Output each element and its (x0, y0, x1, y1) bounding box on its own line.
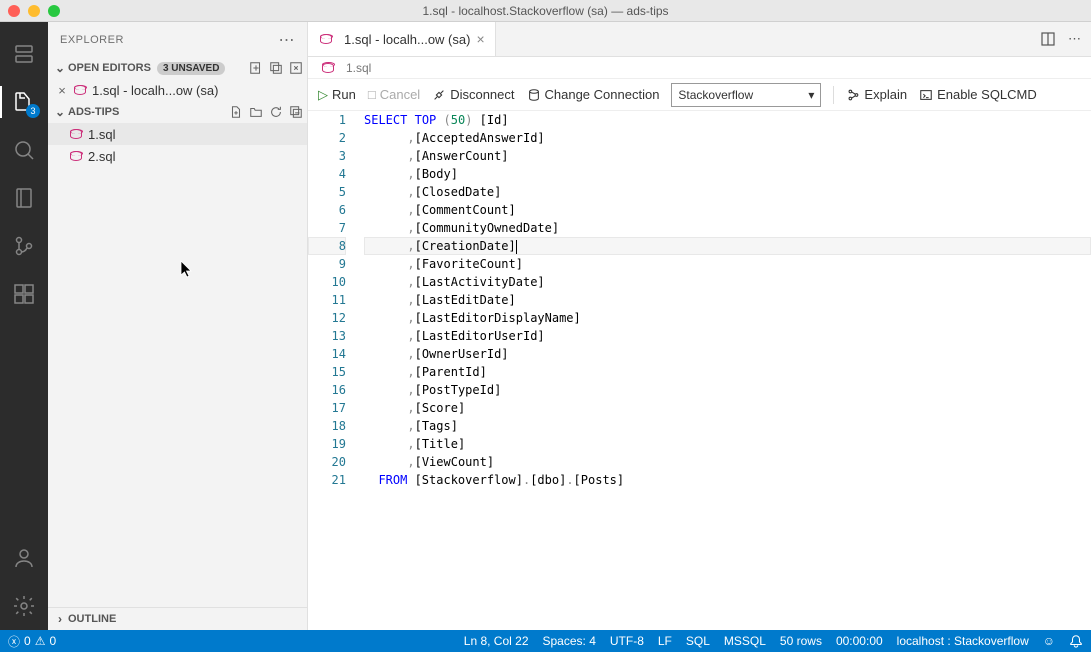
play-icon: ▷ (318, 87, 328, 103)
database-icon (68, 126, 84, 142)
disconnect-icon (432, 88, 446, 102)
split-editor-icon[interactable] (1040, 31, 1056, 47)
stop-icon: □ (368, 87, 376, 102)
activitybar: 3 (0, 22, 48, 630)
window-title: 1.sql - localhost.Stackoverflow (sa) — a… (0, 4, 1091, 18)
status-server[interactable]: localhost : Stackoverflow (897, 634, 1029, 648)
database-icon (68, 148, 84, 164)
status-provider[interactable]: MSSQL (724, 634, 766, 648)
activity-explorer-icon[interactable]: 3 (0, 78, 48, 126)
refresh-icon[interactable] (269, 105, 283, 119)
open-editor-label: 1.sql - localh...ow (sa) (92, 83, 218, 98)
status-eol[interactable]: LF (658, 634, 672, 648)
outline-header[interactable]: › OUTLINE (48, 608, 307, 630)
window-controls (8, 5, 60, 17)
file-label: 2.sql (88, 149, 115, 164)
status-bell-icon[interactable] (1069, 634, 1083, 648)
run-label: Run (332, 87, 356, 102)
file-item[interactable]: 2.sql (48, 145, 307, 167)
chevron-down-icon: ⌄ (52, 105, 68, 119)
sqlcmd-button[interactable]: Enable SQLCMD (919, 87, 1037, 102)
sidebar: EXPLORER ⋯ ⌄ OPEN EDITORS 3 UNSAVED × 1.… (48, 22, 308, 630)
new-file-icon[interactable] (229, 105, 243, 119)
status-spaces[interactable]: Spaces: 4 (543, 634, 596, 648)
explorer-badge: 3 (26, 104, 40, 118)
disconnect-label: Disconnect (450, 87, 514, 102)
close-icon[interactable]: × (476, 31, 484, 47)
window-close-button[interactable] (8, 5, 20, 17)
connection-value: Stackoverflow (678, 88, 753, 102)
titlebar: 1.sql - localhost.Stackoverflow (sa) — a… (0, 0, 1091, 22)
tab-label: 1.sql - localh...ow (sa) (344, 32, 470, 47)
connection-icon (527, 88, 541, 102)
code-editor[interactable]: 123456789101112131415161718192021 SELECT… (308, 111, 1091, 630)
close-all-icon[interactable] (289, 61, 303, 75)
unsaved-badge: 3 UNSAVED (157, 62, 226, 75)
database-icon (320, 60, 336, 76)
file-item[interactable]: 1.sql (48, 123, 307, 145)
warning-icon: ⚠ (35, 634, 46, 648)
window-minimize-button[interactable] (28, 5, 40, 17)
activity-account-icon[interactable] (0, 534, 48, 582)
connection-select[interactable]: Stackoverflow ▾ (671, 83, 821, 107)
tab[interactable]: 1.sql - localh...ow (sa) × (308, 22, 496, 56)
tabbar: 1.sql - localh...ow (sa) × ⋯ (308, 22, 1091, 57)
outline-label: OUTLINE (68, 613, 116, 625)
close-icon[interactable]: × (52, 83, 72, 98)
status-lang[interactable]: SQL (686, 634, 710, 648)
explain-label: Explain (864, 87, 907, 102)
chevron-down-icon: ⌄ (52, 61, 68, 75)
new-folder-icon[interactable] (249, 105, 263, 119)
breadcrumb-item[interactable]: 1.sql (346, 61, 371, 75)
sqlcmd-label: Enable SQLCMD (937, 87, 1037, 102)
database-icon (72, 82, 88, 98)
activity-search-icon[interactable] (0, 126, 48, 174)
folder-label: ADS-TIPS (68, 106, 119, 118)
status-time[interactable]: 00:00:00 (836, 634, 883, 648)
explain-button[interactable]: Explain (846, 87, 907, 102)
cancel-label: Cancel (380, 87, 420, 102)
file-label: 1.sql (88, 127, 115, 142)
save-all-icon[interactable] (269, 61, 283, 75)
status-encoding[interactable]: UTF-8 (610, 634, 644, 648)
error-icon: ⓧ (8, 633, 20, 650)
breadcrumb[interactable]: 1.sql (308, 57, 1091, 79)
activity-settings-icon[interactable] (0, 582, 48, 630)
sidebar-more-icon[interactable]: ⋯ (279, 30, 296, 50)
activity-notebooks-icon[interactable] (0, 174, 48, 222)
activity-extensions-icon[interactable] (0, 270, 48, 318)
window-maximize-button[interactable] (48, 5, 60, 17)
activity-servers-icon[interactable] (0, 30, 48, 78)
disconnect-button[interactable]: Disconnect (432, 87, 514, 102)
new-untitled-icon[interactable] (249, 61, 263, 75)
statusbar: ⓧ0 ⚠0 Ln 8, Col 22 Spaces: 4 UTF-8 LF SQ… (0, 630, 1091, 652)
collapse-all-icon[interactable] (289, 105, 303, 119)
change-connection-button[interactable]: Change Connection (527, 87, 660, 102)
open-editor-item[interactable]: × 1.sql - localh...ow (sa) (48, 79, 307, 101)
explain-icon (846, 88, 860, 102)
sidebar-header: EXPLORER ⋯ (48, 22, 307, 57)
folder-header[interactable]: ⌄ ADS-TIPS (48, 101, 307, 123)
divider (833, 86, 834, 104)
status-feedback-icon[interactable]: ☺ (1043, 634, 1055, 648)
chevron-down-icon: ▾ (808, 88, 814, 102)
activity-source-control-icon[interactable] (0, 222, 48, 270)
editor-area: 1.sql - localh...ow (sa) × ⋯ 1.sql ▷ Run… (308, 22, 1091, 630)
open-editors-header[interactable]: ⌄ OPEN EDITORS 3 UNSAVED (48, 57, 307, 79)
run-button[interactable]: ▷ Run (318, 87, 356, 103)
terminal-icon (919, 88, 933, 102)
query-toolbar: ▷ Run □ Cancel Disconnect Change Connect… (308, 79, 1091, 111)
change-connection-label: Change Connection (545, 87, 660, 102)
database-icon (318, 31, 334, 47)
chevron-right-icon: › (52, 612, 68, 626)
more-actions-icon[interactable]: ⋯ (1068, 31, 1081, 47)
status-rows[interactable]: 50 rows (780, 634, 822, 648)
cancel-button: □ Cancel (368, 87, 420, 102)
status-errors[interactable]: ⓧ0 ⚠0 (8, 633, 56, 650)
status-position[interactable]: Ln 8, Col 22 (464, 634, 529, 648)
open-editors-label: OPEN EDITORS (68, 62, 151, 74)
sidebar-title: EXPLORER (60, 34, 124, 46)
